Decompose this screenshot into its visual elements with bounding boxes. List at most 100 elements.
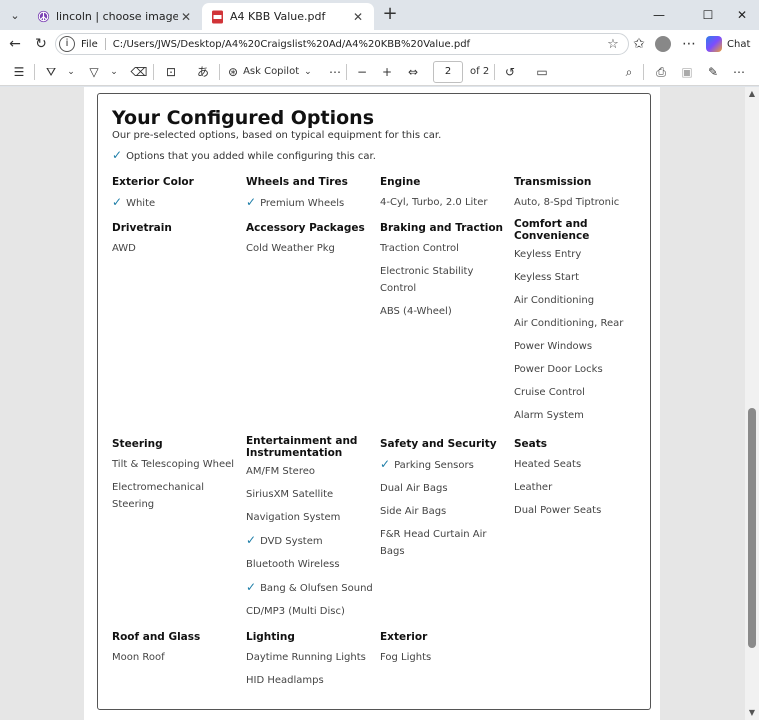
option-label: Bang & Olufsen Sound: [260, 583, 373, 594]
option-item: Alarm System: [514, 407, 642, 424]
chevron-down-icon: ⌄: [304, 67, 312, 77]
refresh-icon[interactable]: ↻: [30, 34, 52, 54]
print-icon[interactable]: ⎙: [652, 62, 670, 82]
more-tools-icon[interactable]: ⋯: [326, 62, 344, 82]
copilot-chat-button[interactable]: Chat: [706, 34, 750, 54]
favorites-icon[interactable]: ✩: [628, 34, 650, 54]
option-item: CD/MP3 (Multi Disc): [246, 603, 374, 620]
tab-lincoln-images[interactable]: lincoln | choose images ✕: [28, 3, 202, 30]
divider: [346, 64, 347, 80]
option-label: Leather: [514, 482, 553, 493]
highlight-icon[interactable]: ⛛: [42, 62, 60, 82]
option-category: Transmission Auto, 8-Spd Tiptronic: [514, 176, 642, 217]
option-item: Fog Lights: [380, 649, 508, 666]
divider: [219, 64, 220, 80]
checkmark-icon: ✓: [112, 195, 123, 209]
checkmark-icon: ✓: [246, 533, 257, 547]
contents-icon[interactable]: ☰: [10, 62, 28, 82]
chevron-down-icon[interactable]: ⌄: [105, 62, 123, 82]
option-list: Tilt & Telescoping Wheel Electromechanica…: [112, 456, 240, 513]
tab-actions-menu-icon[interactable]: ⌄: [4, 5, 26, 25]
ask-copilot-label: Ask Copilot: [243, 66, 300, 77]
pdf-viewer[interactable]: Your Configured Options Our pre-selected…: [0, 87, 745, 720]
page-title: Your Configured Options: [112, 107, 375, 129]
zoom-in-icon[interactable]: +: [378, 62, 396, 82]
option-label: Auto, 8-Spd Tiptronic: [514, 197, 620, 208]
address-bar[interactable]: i File C:/Users/JWS/Desktop/A4%20Craigsl…: [55, 33, 629, 55]
option-label: Navigation System: [246, 512, 341, 523]
page-number-input[interactable]: 2: [433, 61, 463, 83]
back-arrow-icon[interactable]: ←: [4, 34, 26, 54]
read-aloud-icon[interactable]: あ: [194, 62, 212, 82]
eraser-icon[interactable]: ⌫: [130, 62, 148, 82]
option-list: ✓ White: [112, 194, 240, 212]
page-view-icon[interactable]: ▭: [533, 62, 551, 82]
option-label: ABS (4-Wheel): [380, 306, 452, 317]
pdf-toolbar: ☰ ⛛ ⌄ ▽ ⌄ ⌫ ⊡ あ ⊛ Ask Copilot ⌄ ⋯ − + ⇔ …: [0, 58, 759, 86]
more-options-icon[interactable]: ⋯: [678, 34, 700, 54]
option-item: ✓ Bang & Olufsen Sound: [246, 579, 374, 597]
save-as-icon[interactable]: ✎: [704, 62, 722, 82]
option-list: Auto, 8-Spd Tiptronic: [514, 194, 642, 211]
maximize-icon[interactable]: ☐: [693, 4, 723, 26]
minimize-icon[interactable]: —: [644, 4, 674, 26]
close-icon[interactable]: ✕: [178, 10, 194, 24]
option-item: Auto, 8-Spd Tiptronic: [514, 194, 642, 211]
title-bar: ⌄ lincoln | choose images ✕ A4 KBB Value…: [0, 0, 759, 30]
new-tab-icon[interactable]: +: [380, 5, 400, 25]
option-label: Dual Air Bags: [380, 483, 448, 494]
page-subtitle: Our pre-selected options, based on typic…: [112, 130, 442, 141]
checkmark-icon: ✓: [112, 148, 123, 162]
scroll-up-arrow-icon[interactable]: ▲: [745, 87, 759, 101]
close-icon[interactable]: ✕: [350, 10, 366, 24]
draw-icon[interactable]: ▽: [85, 62, 103, 82]
option-item: ✓ DVD System: [246, 532, 374, 550]
favorite-star-icon[interactable]: ☆: [604, 37, 622, 52]
scroll-down-arrow-icon[interactable]: ▼: [745, 706, 759, 720]
save-icon[interactable]: ▣: [678, 62, 696, 82]
option-category: Comfort and Convenience Keyless Entry Keyl…: [514, 218, 642, 430]
option-label: Power Windows: [514, 341, 593, 352]
zoom-out-icon[interactable]: −: [353, 62, 371, 82]
option-list: Moon Roof: [112, 649, 240, 666]
option-item: SiriusXM Satellite: [246, 486, 374, 503]
tab-label: A4 KBB Value.pdf: [230, 10, 326, 23]
option-label: Electronic Stability Control: [380, 266, 474, 294]
option-label: F&R Head Curtain Air Bags: [380, 529, 487, 557]
ask-copilot-button[interactable]: ⊛ Ask Copilot ⌄: [228, 62, 312, 82]
divider: [494, 64, 495, 80]
option-label: Cold Weather Pkg: [246, 243, 335, 254]
option-label: DVD System: [260, 536, 323, 547]
divider: [643, 64, 644, 80]
window-close-icon[interactable]: ✕: [727, 4, 757, 26]
option-label: Keyless Start: [514, 272, 580, 283]
option-label: Fog Lights: [380, 652, 432, 663]
option-category: Drivetrain AWD: [112, 222, 240, 263]
option-item: Heated Seats: [514, 456, 642, 473]
search-icon[interactable]: ⌕: [620, 62, 638, 82]
option-item: Power Windows: [514, 338, 642, 355]
info-icon[interactable]: i: [59, 36, 75, 52]
chevron-down-icon[interactable]: ⌄: [62, 62, 80, 82]
option-list: AWD: [112, 240, 240, 257]
option-item: Air Conditioning: [514, 292, 642, 309]
more-options-icon[interactable]: ⋯: [730, 62, 748, 82]
option-item: ✓ White: [112, 194, 240, 212]
option-category: Exterior Color ✓ White: [112, 176, 240, 218]
option-label: Side Air Bags: [380, 506, 447, 517]
profile-avatar[interactable]: [655, 36, 671, 52]
option-label: SiriusXM Satellite: [246, 489, 334, 500]
option-item: Dual Power Seats: [514, 502, 642, 519]
url-text[interactable]: C:/Users/JWS/Desktop/A4%20Craigslist%20A…: [113, 39, 604, 50]
vertical-scrollbar[interactable]: ▲ ▼: [745, 87, 759, 720]
text-box-icon[interactable]: ⊡: [162, 62, 180, 82]
option-item: Keyless Start: [514, 269, 642, 286]
option-item: Cruise Control: [514, 384, 642, 401]
option-label: Air Conditioning: [514, 295, 595, 306]
option-item: Side Air Bags: [380, 503, 508, 520]
option-label: Traction Control: [380, 243, 459, 254]
rotate-icon[interactable]: ↺: [501, 62, 519, 82]
fit-width-icon[interactable]: ⇔: [404, 62, 422, 82]
scrollbar-thumb[interactable]: [748, 408, 756, 648]
tab-kbb-pdf[interactable]: A4 KBB Value.pdf ✕: [202, 3, 374, 30]
